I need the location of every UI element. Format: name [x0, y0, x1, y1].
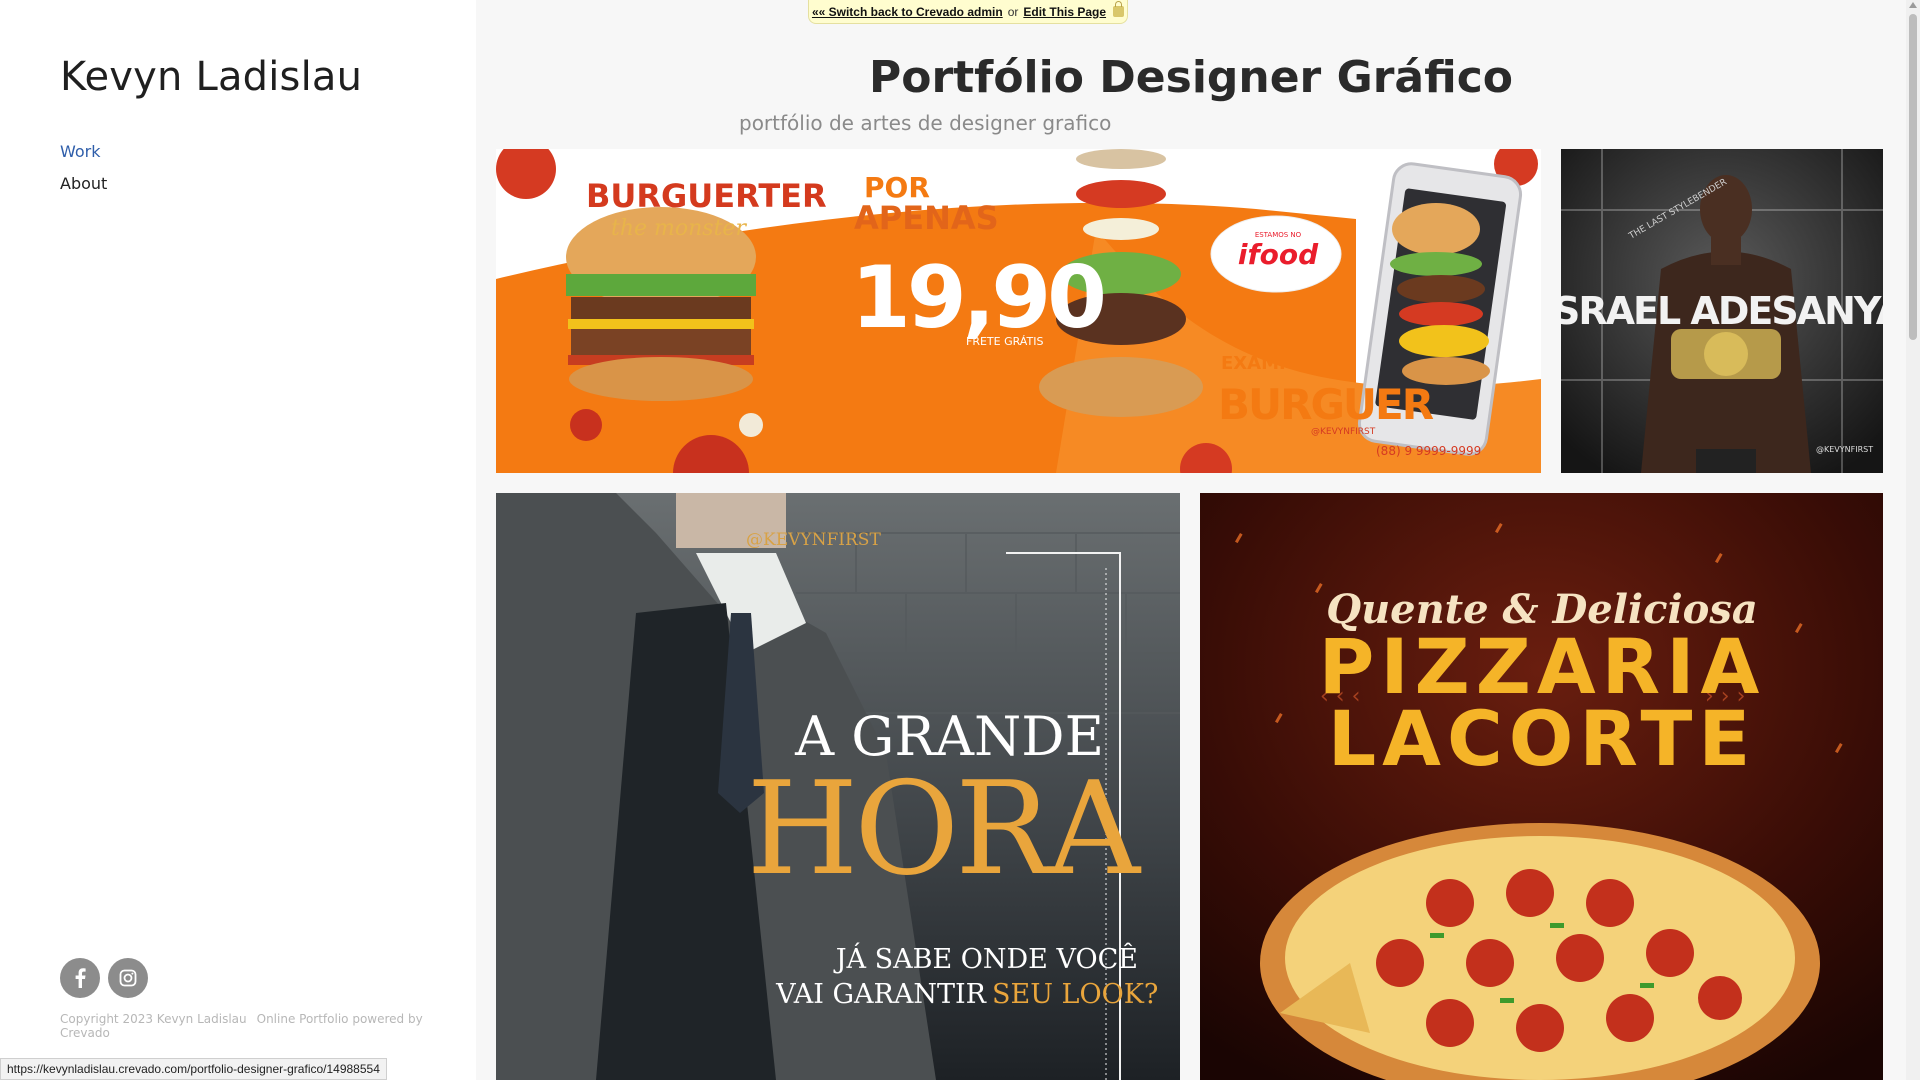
page-subtitle: portfólio de artes de designer grafico — [739, 111, 1112, 135]
suit-handle: @KEVYNFIRST — [746, 530, 881, 550]
copyright-text: Copyright 2023 Kevyn Ladislau — [60, 1012, 247, 1026]
artwork-burger-banner[interactable]: ifood ESTAMOS NO BURGUERTER the monster … — [496, 149, 1541, 473]
suit-line2: HORA — [747, 755, 1142, 904]
burger-price: 19,90 — [851, 248, 1103, 348]
pizza-line2: LACORTE — [1328, 694, 1757, 783]
suit-line4a: VAI GARANTIR — [775, 979, 987, 1010]
burger-tagline: the monster — [611, 216, 747, 241]
fighter-handle: @KEVYNFIRST — [1816, 445, 1873, 454]
edit-page-link[interactable]: Edit This Page — [1023, 5, 1106, 19]
nav-item-work[interactable]: Work — [60, 136, 107, 168]
ifood-estamos: ESTAMOS NO — [1255, 231, 1302, 239]
scroll-up-arrow-icon[interactable] — [1909, 2, 1917, 8]
nav-item-about[interactable]: About — [60, 168, 107, 200]
fighter-name: ISRAEL ADESANYA — [1561, 289, 1883, 333]
suit-line4b: SEU LOOK? — [992, 979, 1158, 1010]
artwork-israel-adesanya[interactable]: ISRAEL ADESANYA THE LAST STYLEBENDER @KE… — [1561, 149, 1883, 473]
page-title: Portfólio Designer Gráfico — [868, 52, 1514, 103]
artwork-a-grande-hora[interactable]: @KEVYNFIRST A GRANDE HORA JÁ SABE ONDE V… — [496, 493, 1180, 1080]
burger-apenas: APENAS — [854, 199, 999, 237]
sidebar: Kevyn Ladislau Work About Copyright 2023… — [0, 0, 476, 1080]
instagram-icon[interactable] — [108, 958, 148, 998]
footer-copyright: Copyright 2023 Kevyn Ladislau Online Port… — [60, 1012, 460, 1040]
main-nav: Work About — [60, 136, 107, 200]
burger-handle: @KEVYNFIRST — [1311, 427, 1376, 437]
burger-phone: (88) 9 9999-9999 — [1376, 444, 1481, 458]
lock-icon — [1113, 1, 1125, 17]
social-links — [60, 958, 148, 998]
burger-frete: FRETE GRÁTIS — [966, 335, 1043, 348]
admin-bar: «« Switch back to Crevado admin or Edit … — [808, 0, 1128, 24]
ifood-logo: ifood — [1238, 238, 1319, 271]
artwork-pizzaria-lacorte[interactable]: ‹ ‹ ‹ › › › Quente & Deliciosa PIZZARIA … — [1200, 493, 1883, 1080]
admin-separator: or — [1007, 4, 1019, 19]
burger-brand: BURGUERTER — [586, 177, 827, 215]
facebook-icon[interactable] — [60, 958, 100, 998]
status-bar-url: https://kevynladislau.crevado.com/portfo… — [0, 1058, 387, 1080]
burger-example: EXAMPLE — [1221, 353, 1316, 374]
burger-burguer: BURGUER — [1218, 380, 1434, 429]
page-scrollbar[interactable] — [1906, 0, 1920, 1080]
scroll-thumb[interactable] — [1909, 14, 1917, 340]
site-title[interactable]: Kevyn Ladislau — [60, 54, 362, 100]
suit-line3: JÁ SABE ONDE VOCÊ — [833, 942, 1138, 975]
switch-admin-link[interactable]: «« Switch back to Crevado admin — [812, 5, 1003, 19]
